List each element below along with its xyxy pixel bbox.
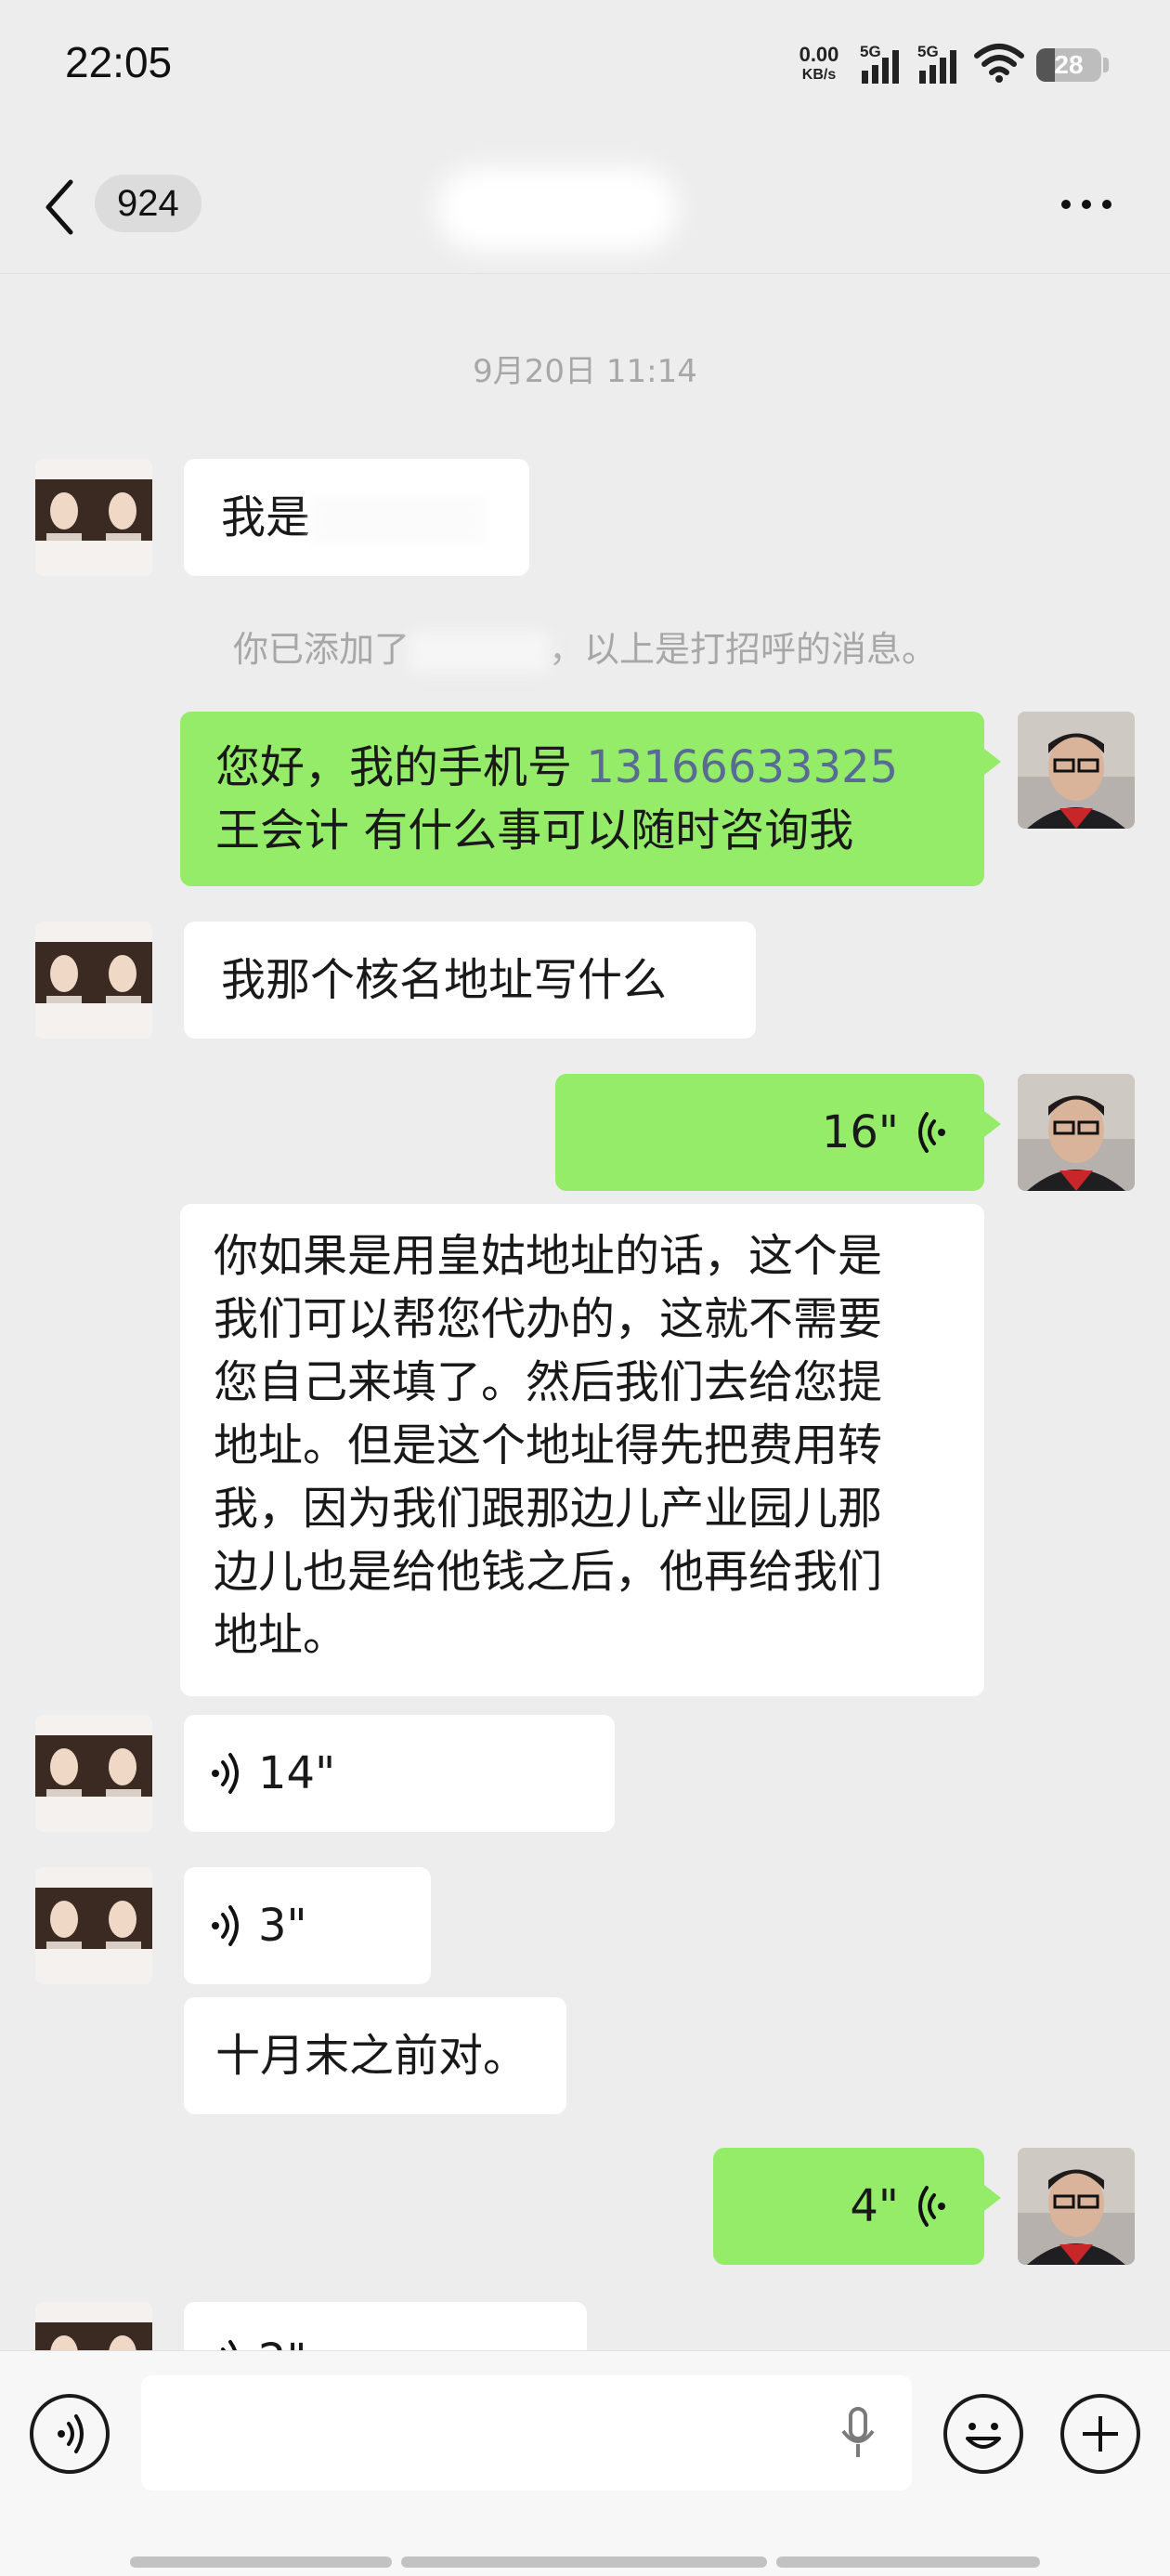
message-bubble[interactable]: 我那个核名地址写什么: [184, 922, 756, 1039]
message-text: 我是: [221, 491, 311, 543]
voice-message-bubble[interactable]: 14": [184, 1715, 615, 1832]
chat-input-bar: [0, 2350, 1170, 2576]
plus-icon[interactable]: [1060, 2394, 1140, 2474]
avatar[interactable]: [35, 922, 152, 1039]
microphone-icon[interactable]: [839, 2405, 877, 2461]
message-text: 十月末之前对。: [215, 2030, 528, 2082]
message-line: 边儿也是给他钱之后，他再给我们: [214, 1546, 883, 1598]
message-line: 我们可以帮您代办的，这就不需要: [214, 1293, 883, 1345]
redacted-text: [310, 497, 488, 543]
chat-header: 924: [0, 139, 1170, 274]
voice-message-bubble[interactable]: 16": [555, 1074, 1001, 1191]
battery-nub: [1103, 58, 1109, 72]
gesture-bar: [776, 2556, 1040, 2568]
avatar[interactable]: [35, 1867, 152, 1984]
system-message: 你已添加了 ，以上是打招呼的消息。: [0, 621, 1170, 673]
message-line: 您好，我的手机号 13166633325: [215, 741, 899, 793]
voice-message-bubble[interactable]: 4": [713, 2148, 1001, 2265]
message-bubble[interactable]: 您好，我的手机号 13166633325 王会计 有什么事可以随时咨询我: [180, 712, 1001, 886]
more-dots-icon[interactable]: [1059, 197, 1114, 212]
transcript-bubble[interactable]: 你如果是用皇姑地址的话，这个是 我们可以帮您代办的，这就不需要 您自己来填了。然…: [180, 1204, 984, 1696]
avatar[interactable]: [35, 1715, 152, 1832]
network-speed: 0.00 KB/s: [799, 43, 839, 84]
chevron-left-icon[interactable]: [41, 177, 78, 238]
avatar[interactable]: [35, 459, 152, 576]
message-line: 地址。但是这个地址得先把费用转: [214, 1419, 883, 1471]
gesture-bar: [130, 2556, 392, 2568]
contact-name-redacted: [436, 167, 678, 251]
voice-message-bubble[interactable]: 3": [184, 1867, 431, 1984]
signal-5g-icon: 5G: [860, 43, 908, 85]
status-time: 22:05: [65, 38, 173, 86]
message-line: 王会计 有什么事可以随时咨询我: [215, 804, 854, 856]
message-line: 您自己来填了。然后我们去给您提: [214, 1356, 883, 1408]
status-bar: 22:05 0.00 KB/s 5G 5G 28: [0, 0, 1170, 130]
message-line: 我，因为我们跟那边儿产业园儿那: [214, 1483, 883, 1535]
phone-number-link[interactable]: 13166633325: [586, 741, 898, 793]
message-timestamp: 9月20日 11:14: [473, 353, 697, 390]
voice-duration: 4": [850, 2180, 899, 2232]
avatar[interactable]: [1018, 712, 1135, 829]
message-input[interactable]: [141, 2375, 912, 2491]
voice-mode-icon[interactable]: [30, 2394, 110, 2474]
emoji-icon[interactable]: [943, 2394, 1023, 2474]
wifi-icon: [974, 44, 1024, 83]
voice-wave-icon: [212, 1753, 239, 1794]
signal-5g-icon: 5G: [917, 43, 966, 85]
voice-duration: 16": [821, 1106, 899, 1158]
unread-count-badge[interactable]: 924: [95, 175, 202, 232]
voice-wave-icon: [918, 1112, 945, 1153]
message-line: 你如果是用皇姑地址的话，这个是: [214, 1230, 883, 1282]
voice-wave-icon: [212, 1905, 239, 1946]
redacted-name: [410, 631, 549, 673]
message-text: 我那个核名地址写什么: [221, 954, 668, 1006]
avatar[interactable]: [1018, 1074, 1135, 1191]
avatar[interactable]: [1018, 2148, 1135, 2265]
voice-duration: 3": [258, 1900, 307, 1952]
transcript-bubble[interactable]: 十月末之前对。: [184, 1997, 566, 2114]
voice-wave-icon: [918, 2186, 945, 2227]
message-bubble[interactable]: 我是: [184, 459, 529, 576]
battery-icon: 28: [1036, 48, 1101, 82]
message-line: 地址。: [214, 1609, 348, 1661]
voice-duration: 14": [258, 1747, 336, 1799]
gesture-bar: [401, 2556, 767, 2568]
